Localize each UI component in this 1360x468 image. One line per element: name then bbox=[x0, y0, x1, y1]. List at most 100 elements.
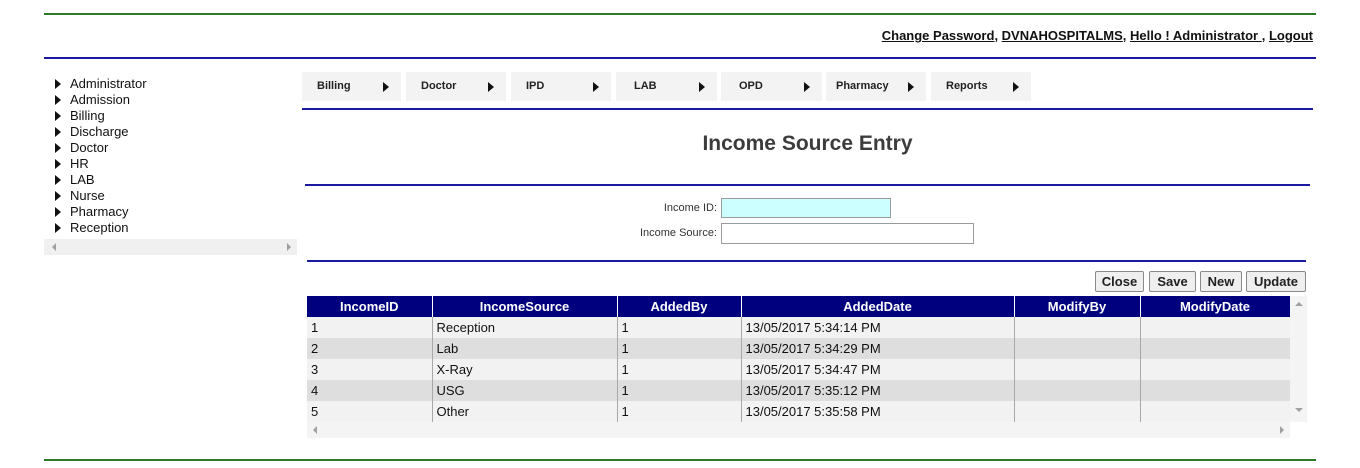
cell-modifyby bbox=[1014, 338, 1141, 359]
hospital-link[interactable]: DVNAHOSPITALMS bbox=[1002, 28, 1123, 43]
expand-icon[interactable] bbox=[55, 191, 61, 201]
cell-modifydate bbox=[1140, 380, 1291, 401]
cell-modifydate bbox=[1140, 338, 1291, 359]
scroll-left-arrow-icon[interactable] bbox=[52, 243, 56, 251]
title-divider bbox=[305, 184, 1310, 186]
sidebar-item-administrator[interactable]: Administrator bbox=[44, 76, 297, 92]
column-header-incomesource[interactable]: IncomeSource bbox=[432, 296, 618, 317]
new-button[interactable]: New bbox=[1200, 271, 1242, 292]
table-row[interactable]: 1 Reception 1 13/05/2017 5:34:14 PM bbox=[307, 317, 1291, 338]
close-button[interactable]: Close bbox=[1095, 271, 1144, 292]
expand-icon[interactable] bbox=[55, 79, 61, 89]
sidebar-item-reception[interactable]: Reception bbox=[44, 220, 297, 236]
table-row[interactable]: 2 Lab 1 13/05/2017 5:34:29 PM bbox=[307, 338, 1291, 359]
sidebar-item-label: Doctor bbox=[70, 140, 109, 155]
grid-vertical-scrollbar[interactable] bbox=[1290, 296, 1307, 422]
scroll-up-arrow-icon[interactable] bbox=[1295, 302, 1303, 306]
sidebar-item-admission[interactable]: Admission bbox=[44, 92, 297, 108]
update-button[interactable]: Update bbox=[1246, 271, 1306, 292]
sidebar-item-label: Discharge bbox=[70, 124, 129, 139]
income-source-field[interactable] bbox=[721, 223, 974, 244]
expand-icon[interactable] bbox=[55, 223, 61, 233]
menu-divider bbox=[302, 108, 1313, 110]
column-header-addeddate[interactable]: AddedDate bbox=[741, 296, 1015, 317]
cell-addedby: 1 bbox=[617, 401, 742, 422]
page-title: Income Source Entry bbox=[702, 132, 913, 155]
cell-modifyby bbox=[1014, 317, 1141, 338]
sidebar-item-nurse[interactable]: Nurse bbox=[44, 188, 297, 204]
cell-incomeid: 3 bbox=[307, 359, 433, 380]
table-row[interactable]: 4 USG 1 13/05/2017 5:35:12 PM bbox=[307, 380, 1291, 401]
sidebar-item-doctor[interactable]: Doctor bbox=[44, 140, 297, 156]
cell-modifyby bbox=[1014, 401, 1141, 422]
sidebar-item-hr[interactable]: HR bbox=[44, 156, 297, 172]
logout-link[interactable]: Logout bbox=[1269, 28, 1313, 43]
cell-addeddate: 13/05/2017 5:35:58 PM bbox=[741, 401, 1015, 422]
expand-icon[interactable] bbox=[55, 127, 61, 137]
scroll-down-arrow-icon[interactable] bbox=[1295, 408, 1303, 412]
sidebar-item-label: HR bbox=[70, 156, 89, 171]
table-row[interactable]: 5 Other 1 13/05/2017 5:35:58 PM bbox=[307, 401, 1291, 422]
menu-item-label: Reports bbox=[946, 80, 988, 92]
column-header-addedby[interactable]: AddedBy bbox=[617, 296, 742, 317]
data-table: IncomeID IncomeSource AddedBy AddedDate … bbox=[307, 296, 1291, 422]
menu-item-label: Pharmacy bbox=[836, 80, 889, 92]
submenu-arrow-icon bbox=[593, 82, 599, 92]
form-divider bbox=[307, 260, 1306, 262]
top-divider bbox=[44, 13, 1316, 15]
save-button[interactable]: Save bbox=[1149, 271, 1196, 292]
scroll-right-arrow-icon[interactable] bbox=[1280, 426, 1284, 434]
menu-item-lab[interactable]: LAB bbox=[616, 72, 717, 101]
menu-item-doctor[interactable]: Doctor bbox=[406, 72, 506, 101]
cell-incomesource: X-Ray bbox=[432, 359, 618, 380]
cell-incomeid: 4 bbox=[307, 380, 433, 401]
expand-icon[interactable] bbox=[55, 111, 61, 121]
sidebar-item-label: Reception bbox=[70, 220, 129, 235]
column-header-modifyby[interactable]: ModifyBy bbox=[1014, 296, 1141, 317]
menu-item-opd[interactable]: OPD bbox=[721, 72, 822, 101]
table-header-row: IncomeID IncomeSource AddedBy AddedDate … bbox=[307, 296, 1291, 317]
menu-item-ipd[interactable]: IPD bbox=[511, 72, 611, 101]
cell-incomesource: Reception bbox=[432, 317, 618, 338]
menu-item-billing[interactable]: Billing bbox=[302, 72, 401, 101]
scroll-right-arrow-icon[interactable] bbox=[287, 243, 291, 251]
expand-icon[interactable] bbox=[55, 143, 61, 153]
expand-icon[interactable] bbox=[55, 159, 61, 169]
menu-item-pharmacy[interactable]: Pharmacy bbox=[826, 72, 926, 101]
expand-icon[interactable] bbox=[55, 95, 61, 105]
cell-incomesource: Lab bbox=[432, 338, 618, 359]
scroll-left-arrow-icon[interactable] bbox=[313, 426, 317, 434]
column-header-modifydate[interactable]: ModifyDate bbox=[1140, 296, 1291, 317]
sidebar-item-pharmacy[interactable]: Pharmacy bbox=[44, 204, 297, 220]
table-row[interactable]: 3 X-Ray 1 13/05/2017 5:34:47 PM bbox=[307, 359, 1291, 380]
submenu-arrow-icon bbox=[804, 82, 810, 92]
menu-item-label: OPD bbox=[739, 80, 763, 92]
menu-item-label: Doctor bbox=[421, 80, 457, 92]
income-id-field[interactable] bbox=[721, 198, 891, 218]
sidebar-item-label: Nurse bbox=[70, 188, 105, 203]
cell-incomesource: USG bbox=[432, 380, 618, 401]
menu-item-label: Billing bbox=[317, 80, 351, 92]
sidebar-item-label: LAB bbox=[70, 172, 95, 187]
grid-horizontal-scrollbar[interactable] bbox=[307, 422, 1290, 438]
sidebar-horizontal-scrollbar[interactable] bbox=[44, 239, 297, 255]
cell-addeddate: 13/05/2017 5:35:12 PM bbox=[741, 380, 1015, 401]
expand-icon[interactable] bbox=[55, 207, 61, 217]
sidebar-item-discharge[interactable]: Discharge bbox=[44, 124, 297, 140]
cell-modifyby bbox=[1014, 359, 1141, 380]
sidebar-item-label: Admission bbox=[70, 92, 130, 107]
cell-addeddate: 13/05/2017 5:34:47 PM bbox=[741, 359, 1015, 380]
greeting-link[interactable]: Hello ! Administrator bbox=[1130, 28, 1262, 43]
sidebar-item-billing[interactable]: Billing bbox=[44, 108, 297, 124]
cell-modifyby bbox=[1014, 380, 1141, 401]
change-password-link[interactable]: Change Password bbox=[882, 28, 995, 43]
menu-item-reports[interactable]: Reports bbox=[931, 72, 1031, 101]
menu-item-label: LAB bbox=[634, 80, 657, 92]
sidebar-tree: Administrator Admission Billing Discharg… bbox=[44, 72, 297, 255]
sidebar-item-lab[interactable]: LAB bbox=[44, 172, 297, 188]
menu-item-label: IPD bbox=[526, 80, 545, 92]
column-header-incomeid[interactable]: IncomeID bbox=[307, 296, 433, 317]
cell-incomesource: Other bbox=[432, 401, 618, 422]
submenu-arrow-icon bbox=[908, 82, 914, 92]
expand-icon[interactable] bbox=[55, 175, 61, 185]
